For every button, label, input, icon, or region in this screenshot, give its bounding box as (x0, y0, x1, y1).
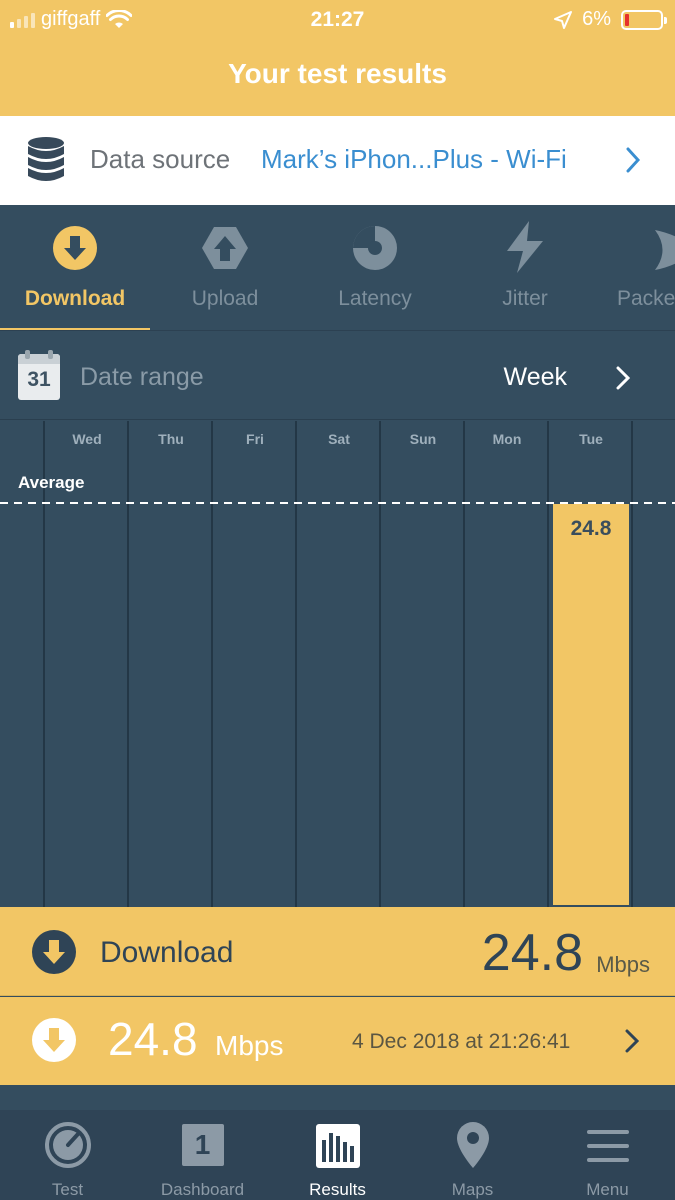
download-chart: Wed Thu Fri Sat Sun Mon Tue 24.8 Average (0, 421, 675, 907)
data-source-label: Data source (90, 144, 231, 174)
dashboard-badge: 1 (194, 1129, 211, 1160)
summary-unit: Mbps (596, 952, 650, 977)
latency-gauge-icon (353, 226, 397, 270)
average-label: Average (18, 473, 84, 492)
dashboard-icon: 1 (181, 1124, 224, 1166)
tab-jitter[interactable]: Jitter (450, 205, 600, 330)
chevron-right-icon (625, 1029, 639, 1053)
tab-label: Download (24, 287, 126, 310)
calendar-day: 31 (27, 368, 51, 391)
packet-loss-icon (655, 230, 675, 270)
hamburger-menu-icon (586, 1130, 629, 1162)
tab-label: Latency (338, 287, 412, 310)
chevron-right-icon (616, 366, 631, 390)
latest-result-row[interactable]: 24.8 Mbps 4 Dec 2018 at 21:26:41 (0, 997, 675, 1085)
tab-label: Maps (451, 1180, 494, 1199)
x-tick-label: Fri (246, 431, 264, 447)
status-bar: giffgaff 21:27 6% (0, 0, 675, 40)
chevron-right-icon (626, 147, 641, 173)
download-arrow-icon (53, 226, 97, 270)
chart-bar (553, 504, 629, 905)
x-tick-label: Tue (579, 431, 603, 447)
download-summary: Download 24.8 Mbps (0, 907, 675, 996)
tab-packet-loss[interactable]: Packe (600, 205, 675, 330)
data-source-row[interactable]: Data source Mark’s iPhon...Plus - Wi-Fi (0, 116, 675, 205)
tab-download[interactable]: Download (0, 205, 150, 330)
data-source-value[interactable]: Mark’s iPhon...Plus - Wi-Fi (261, 144, 567, 175)
tab-label: Dashboard (160, 1180, 245, 1199)
tab-menu[interactable]: Menu (540, 1110, 675, 1200)
tab-latency[interactable]: Latency (300, 205, 450, 330)
latest-unit: Mbps (215, 1030, 284, 1061)
metric-tabs: Download Upload Latency Jitter Packe (0, 205, 675, 331)
date-range-row[interactable]: 31 Date range Week (0, 332, 675, 420)
battery-icon (621, 9, 667, 30)
upload-arrow-icon (202, 227, 248, 269)
battery-percent: 6% (582, 8, 611, 30)
tab-maps[interactable]: Maps (405, 1110, 540, 1200)
speedometer-icon (44, 1122, 91, 1168)
download-arrow-icon (32, 930, 76, 974)
header: giffgaff 21:27 6% Your test results (0, 0, 675, 116)
tab-results[interactable]: Results (270, 1110, 405, 1200)
summary-label: Download (100, 936, 234, 969)
latest-date: 4 Dec 2018 at 21:26:41 (352, 1030, 571, 1053)
tab-test[interactable]: Test (0, 1110, 135, 1200)
tab-label: Jitter (502, 287, 548, 310)
date-range-value[interactable]: Week (504, 363, 567, 392)
bottom-tab-bar: Test 1 Dashboard Results Maps Menu (0, 1110, 675, 1200)
date-range-label: Date range (80, 363, 204, 391)
calendar-icon: 31 (18, 350, 60, 400)
location-arrow-icon (554, 10, 573, 29)
x-tick-label: Sat (328, 431, 350, 447)
tab-dashboard[interactable]: 1 Dashboard (135, 1110, 270, 1200)
tab-label: Packe (617, 287, 675, 310)
x-tick-label: Mon (493, 431, 522, 447)
map-pin-icon (456, 1122, 489, 1168)
tab-upload[interactable]: Upload (150, 205, 300, 330)
tab-label: Results (309, 1180, 366, 1199)
x-tick-label: Thu (158, 431, 184, 447)
data-label: 24.8 (571, 517, 612, 540)
page-title: Your test results (228, 58, 447, 89)
tab-label: Test (51, 1180, 84, 1199)
chart-svg: Wed Thu Fri Sat Sun Mon Tue 24.8 Average (0, 421, 675, 907)
latest-value: 24.8 (108, 1013, 198, 1065)
lightning-icon (507, 221, 543, 273)
tab-label: Menu (586, 1180, 629, 1199)
tab-label: Upload (191, 287, 259, 310)
download-arrow-icon (32, 1018, 76, 1062)
x-tick-label: Sun (410, 431, 436, 447)
summary-value: 24.8 (481, 924, 583, 982)
x-tick-label: Wed (72, 431, 101, 447)
database-icon (28, 137, 64, 181)
results-bars-icon (315, 1124, 360, 1168)
